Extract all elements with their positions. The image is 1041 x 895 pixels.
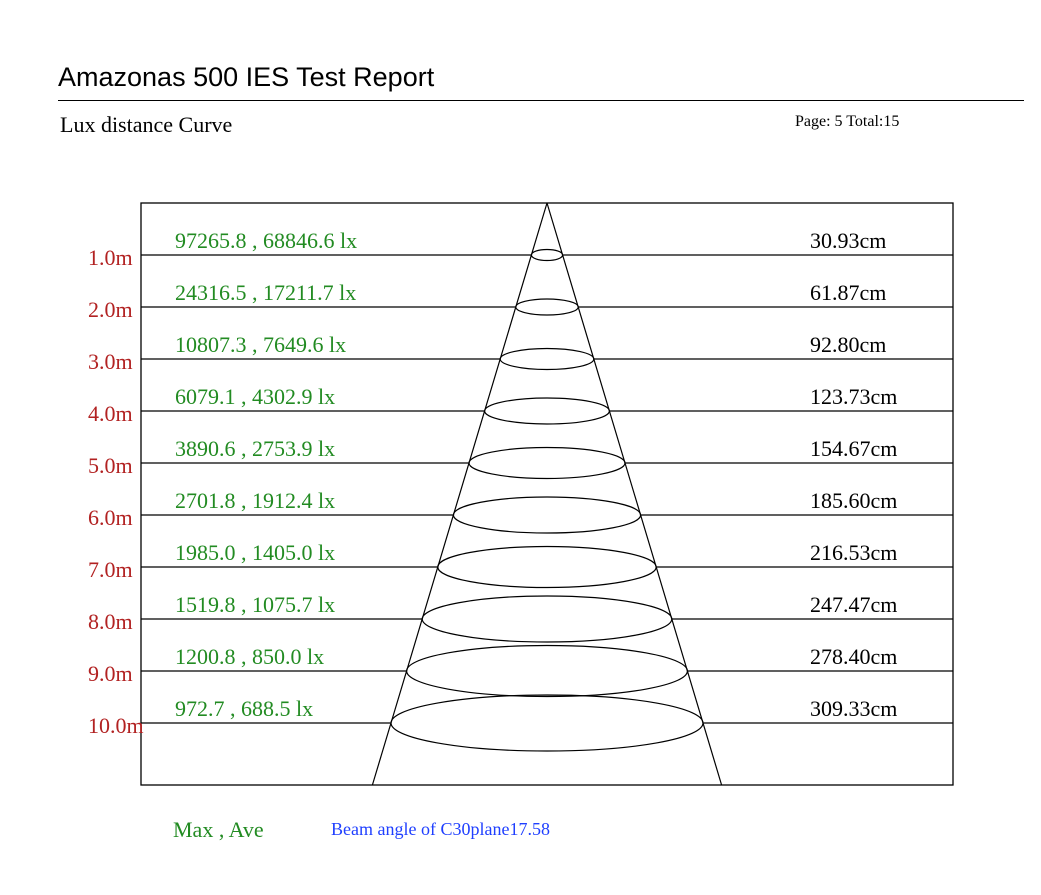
beam-ellipse bbox=[468, 446, 626, 480]
beam-ellipse bbox=[484, 397, 611, 425]
distance-label: 10.0m bbox=[88, 713, 144, 738]
diameter-label: 61.87cm bbox=[810, 280, 886, 305]
legend-max-ave: Max , Ave bbox=[173, 817, 264, 842]
lux-label: 972.7 , 688.5 lx bbox=[175, 696, 313, 721]
beam-edge-left bbox=[371, 202, 548, 786]
beam-ellipse bbox=[406, 644, 688, 698]
distance-label: 7.0m bbox=[88, 557, 133, 582]
diameter-label: 309.33cm bbox=[810, 696, 897, 721]
beam-angle-note: Beam angle of C30plane17.58 bbox=[331, 819, 550, 839]
lux-label: 97265.8 , 68846.6 lx bbox=[175, 228, 357, 253]
lux-label: 3890.6 , 2753.9 lx bbox=[175, 436, 335, 461]
beam-edge-right bbox=[546, 202, 723, 786]
lux-label: 1519.8 , 1075.7 lx bbox=[175, 592, 335, 617]
beam-ellipse bbox=[390, 694, 704, 752]
lux-label: 6079.1 , 4302.9 lx bbox=[175, 384, 335, 409]
lux-label: 1200.8 , 850.0 lx bbox=[175, 644, 324, 669]
diameter-label: 123.73cm bbox=[810, 384, 897, 409]
distance-label: 3.0m bbox=[88, 349, 133, 374]
diameter-label: 185.60cm bbox=[810, 488, 897, 513]
beam-ellipse bbox=[530, 248, 564, 262]
beam-ellipse bbox=[437, 545, 657, 589]
diameter-label: 92.80cm bbox=[810, 332, 886, 357]
diameter-label: 278.40cm bbox=[810, 644, 897, 669]
distance-label: 9.0m bbox=[88, 661, 133, 686]
diameter-label: 154.67cm bbox=[810, 436, 897, 461]
beam-ellipse bbox=[499, 347, 595, 371]
lux-distance-chart: 1.0m 97265.8 , 68846.6 lx 30.93cm 2.0m 24316… bbox=[88, 202, 954, 786]
diameter-label: 30.93cm bbox=[810, 228, 886, 253]
distance-label: 5.0m bbox=[88, 453, 133, 478]
lux-label: 2701.8 , 1912.4 lx bbox=[175, 488, 335, 513]
distance-label: 8.0m bbox=[88, 609, 133, 634]
lux-label: 24316.5 , 17211.7 lx bbox=[175, 280, 356, 305]
distance-label: 2.0m bbox=[88, 297, 133, 322]
lux-label: 10807.3 , 7649.6 lx bbox=[175, 332, 346, 357]
distance-label: 6.0m bbox=[88, 505, 133, 530]
diameter-label: 247.47cm bbox=[810, 592, 897, 617]
distance-label: 1.0m bbox=[88, 245, 133, 270]
beam-ellipse bbox=[452, 496, 642, 534]
distance-label: 4.0m bbox=[88, 401, 133, 426]
diameter-label: 216.53cm bbox=[810, 540, 897, 565]
beam-ellipse bbox=[421, 595, 673, 643]
lux-label: 1985.0 , 1405.0 lx bbox=[175, 540, 335, 565]
beam-ellipse bbox=[515, 298, 579, 316]
